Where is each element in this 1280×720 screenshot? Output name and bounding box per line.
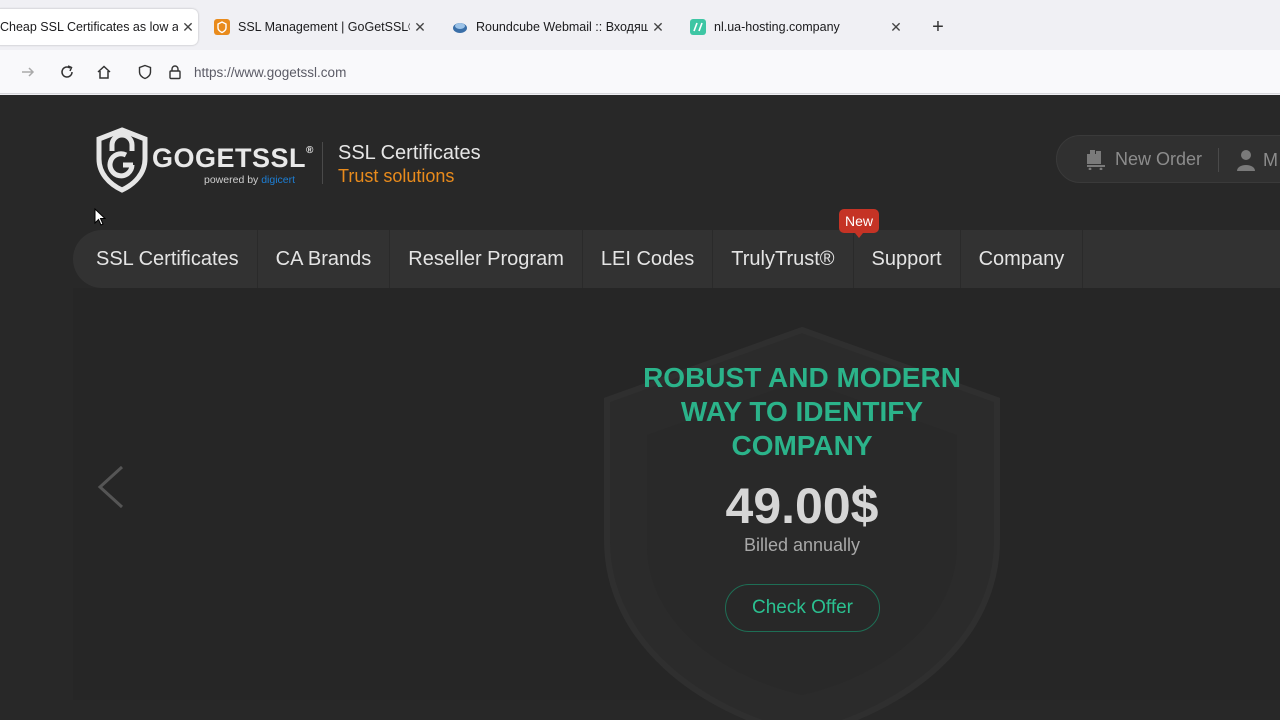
check-offer-button[interactable]: Check Offer bbox=[725, 584, 880, 632]
gogetssl-logo[interactable]: GOGETSSL® powered by digicert bbox=[96, 127, 316, 193]
shield-icon bbox=[138, 64, 152, 80]
hero-title: ROBUST AND MODERN WAY TO IDENTIFY COMPAN… bbox=[643, 362, 961, 461]
close-tab-icon[interactable]: ✕ bbox=[648, 19, 668, 36]
nav-item-ssl-certificates[interactable]: SSL Certificates bbox=[73, 230, 258, 288]
hero-billing-note: Billed annually bbox=[743, 535, 861, 555]
my-account-label: M bbox=[1263, 149, 1278, 170]
browser-tab-3[interactable]: Roundcube Webmail :: Входящие ✕ bbox=[452, 9, 668, 45]
arrow-right-icon bbox=[22, 67, 35, 77]
nav-item-company[interactable]: Company bbox=[961, 230, 1084, 288]
mouse-cursor-icon bbox=[94, 208, 106, 226]
tab-title: nl.ua-hosting.company bbox=[714, 20, 840, 34]
hero-price: 49.00$ bbox=[725, 478, 879, 534]
browser-nav-bar: https://www.gogetssl.com bbox=[0, 50, 1280, 94]
gogetssl-favicon-icon bbox=[214, 19, 230, 35]
close-tab-icon[interactable]: ✕ bbox=[410, 19, 430, 36]
new-badge: New bbox=[839, 209, 879, 238]
tab-title: Roundcube Webmail :: Входящие bbox=[476, 20, 648, 34]
reload-icon bbox=[61, 65, 73, 78]
logo-powered-by: powered by digicert bbox=[204, 174, 296, 186]
tagline-sub: Trust solutions bbox=[338, 166, 455, 186]
home-icon bbox=[97, 65, 111, 79]
close-tab-icon[interactable]: ✕ bbox=[886, 19, 906, 36]
header-actions-divider bbox=[1218, 148, 1219, 172]
new-order-button[interactable]: New Order bbox=[1085, 149, 1202, 170]
logo-wordmark: GOGETSSL® bbox=[152, 143, 314, 173]
address-bar[interactable]: https://www.gogetssl.com bbox=[130, 56, 1280, 88]
nav-item-lei-codes[interactable]: LEI Codes bbox=[583, 230, 714, 288]
shield-lock-logo-icon bbox=[96, 127, 148, 193]
url-text: https://www.gogetssl.com bbox=[194, 65, 347, 80]
browser-tab-4[interactable]: nl.ua-hosting.company ✕ bbox=[690, 9, 906, 45]
nav-item-reseller-program[interactable]: Reseller Program bbox=[390, 230, 583, 288]
slider-prev-arrow-icon[interactable] bbox=[96, 465, 126, 509]
user-icon bbox=[1237, 150, 1255, 171]
nav-item-ca-brands[interactable]: CA Brands bbox=[258, 230, 391, 288]
reload-button[interactable] bbox=[55, 60, 79, 84]
browser-tab-2[interactable]: SSL Management | GoGetSSL® ✕ bbox=[214, 9, 430, 45]
forward-button[interactable] bbox=[16, 60, 40, 84]
browser-tab-strip: Cheap SSL Certificates as low as ✕ SSL M… bbox=[0, 0, 1280, 50]
browser-tab-1[interactable]: Cheap SSL Certificates as low as ✕ bbox=[0, 9, 198, 45]
cart-icon bbox=[1087, 149, 1105, 170]
nav-item-trulytrust[interactable]: TrulyTrust® bbox=[713, 230, 854, 288]
new-order-label: New Order bbox=[1115, 149, 1203, 169]
my-account-button[interactable]: M bbox=[1237, 149, 1278, 171]
tab-title: SSL Management | GoGetSSL® bbox=[238, 20, 410, 34]
home-button[interactable] bbox=[92, 60, 116, 84]
nav-item-support[interactable]: Support bbox=[854, 230, 961, 288]
hosting-favicon-icon bbox=[690, 19, 706, 35]
web-page: GOGETSSL® powered by digicert SSL Certif… bbox=[0, 95, 1280, 720]
roundcube-favicon-icon bbox=[453, 23, 467, 33]
tab-title: Cheap SSL Certificates as low as bbox=[0, 20, 178, 34]
logo-divider bbox=[322, 142, 323, 184]
header-actions: New Order M bbox=[1056, 135, 1280, 183]
main-navigation: SSL Certificates CA Brands Reseller Prog… bbox=[73, 230, 1280, 288]
new-tab-button[interactable]: + bbox=[926, 14, 950, 40]
lock-icon bbox=[169, 65, 181, 80]
tagline-main: SSL Certificates bbox=[338, 142, 481, 164]
close-tab-icon[interactable]: ✕ bbox=[178, 19, 198, 36]
